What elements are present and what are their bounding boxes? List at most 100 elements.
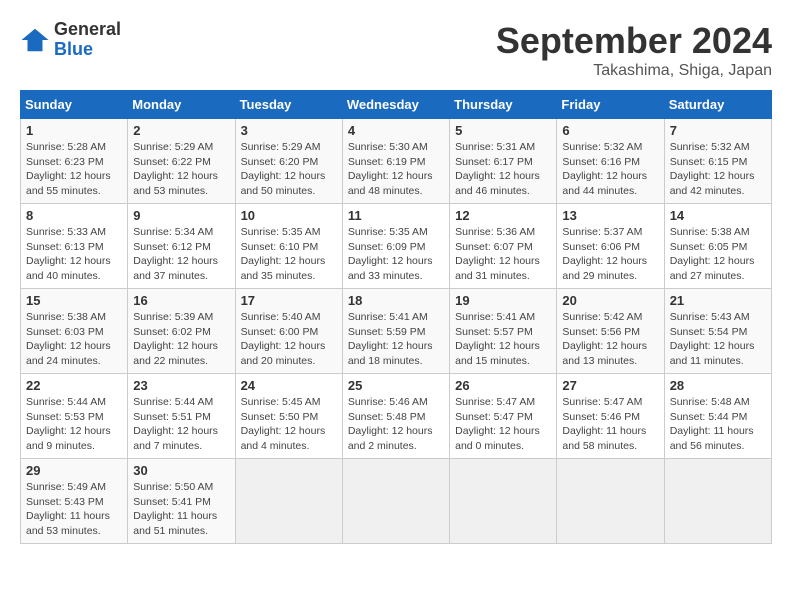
table-row: 13Sunrise: 5:37 AM Sunset: 6:06 PM Dayli…: [557, 204, 664, 289]
day-number: 9: [133, 208, 229, 223]
logo-icon: [20, 25, 50, 55]
col-friday: Friday: [557, 91, 664, 119]
col-thursday: Thursday: [450, 91, 557, 119]
calendar-week-row: 8Sunrise: 5:33 AM Sunset: 6:13 PM Daylig…: [21, 204, 772, 289]
table-row: 10 Sunrise: 5:35 AM Sunset: 6:10 PM Dayli…: [235, 204, 342, 289]
day-number: 22: [26, 378, 122, 393]
table-row: [342, 459, 449, 544]
day-number: 29: [26, 463, 122, 478]
table-row: 20 Sunrise: 5:42 AM Sunset: 5:56 PM Dayli…: [557, 289, 664, 374]
table-row: [557, 459, 664, 544]
table-row: 8Sunrise: 5:33 AM Sunset: 6:13 PM Daylig…: [21, 204, 128, 289]
col-wednesday: Wednesday: [342, 91, 449, 119]
day-detail: Sunrise: 5:31 AM Sunset: 6:17 PM Dayligh…: [455, 140, 551, 199]
day-detail: Sunrise: 5:41 AM Sunset: 5:59 PM Dayligh…: [348, 310, 444, 369]
day-number: 20: [562, 293, 658, 308]
table-row: 27Sunrise: 5:47 AM Sunset: 5:46 PM Dayli…: [557, 374, 664, 459]
day-number: 26: [455, 378, 551, 393]
page-header: General Blue September 2024 Takashima, S…: [20, 20, 772, 80]
logo-blue-text: Blue: [54, 40, 121, 60]
day-number: 12: [455, 208, 551, 223]
day-detail: Sunrise: 5:35 AM Sunset: 6:10 PM Dayligh…: [241, 225, 337, 284]
table-row: 2Sunrise: 5:29 AM Sunset: 6:22 PM Daylig…: [128, 119, 235, 204]
table-row: 1Sunrise: 5:28 AM Sunset: 6:23 PM Daylig…: [21, 119, 128, 204]
table-row: 14 Sunrise: 5:38 AM Sunset: 6:05 PM Dayli…: [664, 204, 771, 289]
table-row: 29 Sunrise: 5:49 AM Sunset: 5:43 PM Dayli…: [21, 459, 128, 544]
table-row: 28 Sunrise: 5:48 AM Sunset: 5:44 PM Dayli…: [664, 374, 771, 459]
day-number: 16: [133, 293, 229, 308]
day-detail: Sunrise: 5:29 AM Sunset: 6:20 PM Dayligh…: [241, 140, 337, 199]
day-detail: Sunrise: 5:48 AM Sunset: 5:44 PM Dayligh…: [670, 395, 766, 454]
day-detail: Sunrise: 5:44 AM Sunset: 5:53 PM Dayligh…: [26, 395, 122, 454]
col-tuesday: Tuesday: [235, 91, 342, 119]
day-detail: Sunrise: 5:49 AM Sunset: 5:43 PM Dayligh…: [26, 480, 122, 539]
day-detail: Sunrise: 5:28 AM Sunset: 6:23 PM Dayligh…: [26, 140, 122, 199]
table-row: 23 Sunrise: 5:44 AM Sunset: 5:51 PM Dayli…: [128, 374, 235, 459]
day-number: 28: [670, 378, 766, 393]
table-row: 24 Sunrise: 5:45 AM Sunset: 5:50 PM Dayli…: [235, 374, 342, 459]
day-detail: Sunrise: 5:47 AM Sunset: 5:47 PM Dayligh…: [455, 395, 551, 454]
day-number: 21: [670, 293, 766, 308]
month-title: September 2024: [496, 20, 772, 62]
table-row: 12 Sunrise: 5:36 AM Sunset: 6:07 PM Dayli…: [450, 204, 557, 289]
day-number: 4: [348, 123, 444, 138]
day-detail: Sunrise: 5:33 AM Sunset: 6:13 PM Dayligh…: [26, 225, 122, 284]
col-saturday: Saturday: [664, 91, 771, 119]
calendar-week-row: 29 Sunrise: 5:49 AM Sunset: 5:43 PM Dayli…: [21, 459, 772, 544]
calendar-header-row: Sunday Monday Tuesday Wednesday Thursday…: [21, 91, 772, 119]
day-detail: Sunrise: 5:42 AM Sunset: 5:56 PM Dayligh…: [562, 310, 658, 369]
day-detail: Sunrise: 5:43 AM Sunset: 5:54 PM Dayligh…: [670, 310, 766, 369]
day-number: 10: [241, 208, 337, 223]
day-number: 3: [241, 123, 337, 138]
day-number: 24: [241, 378, 337, 393]
day-detail: Sunrise: 5:47 AM Sunset: 5:46 PM Dayligh…: [562, 395, 658, 454]
table-row: 4 Sunrise: 5:30 AM Sunset: 6:19 PM Daylig…: [342, 119, 449, 204]
calendar-week-row: 22 Sunrise: 5:44 AM Sunset: 5:53 PM Dayli…: [21, 374, 772, 459]
table-row: 6Sunrise: 5:32 AM Sunset: 6:16 PM Daylig…: [557, 119, 664, 204]
day-number: 25: [348, 378, 444, 393]
table-row: 30 Sunrise: 5:50 AM Sunset: 5:41 PM Dayli…: [128, 459, 235, 544]
table-row: 21 Sunrise: 5:43 AM Sunset: 5:54 PM Dayli…: [664, 289, 771, 374]
day-number: 11: [348, 208, 444, 223]
table-row: 15Sunrise: 5:38 AM Sunset: 6:03 PM Dayli…: [21, 289, 128, 374]
day-number: 30: [133, 463, 229, 478]
table-row: 16 Sunrise: 5:39 AM Sunset: 6:02 PM Dayli…: [128, 289, 235, 374]
day-detail: Sunrise: 5:45 AM Sunset: 5:50 PM Dayligh…: [241, 395, 337, 454]
calendar-week-row: 15Sunrise: 5:38 AM Sunset: 6:03 PM Dayli…: [21, 289, 772, 374]
logo: General Blue: [20, 20, 121, 60]
table-row: 26 Sunrise: 5:47 AM Sunset: 5:47 PM Dayli…: [450, 374, 557, 459]
day-number: 18: [348, 293, 444, 308]
title-block: September 2024 Takashima, Shiga, Japan: [496, 20, 772, 80]
day-detail: Sunrise: 5:38 AM Sunset: 6:05 PM Dayligh…: [670, 225, 766, 284]
day-detail: Sunrise: 5:39 AM Sunset: 6:02 PM Dayligh…: [133, 310, 229, 369]
day-detail: Sunrise: 5:37 AM Sunset: 6:06 PM Dayligh…: [562, 225, 658, 284]
day-detail: Sunrise: 5:32 AM Sunset: 6:15 PM Dayligh…: [670, 140, 766, 199]
table-row: 7Sunrise: 5:32 AM Sunset: 6:15 PM Daylig…: [664, 119, 771, 204]
day-detail: Sunrise: 5:40 AM Sunset: 6:00 PM Dayligh…: [241, 310, 337, 369]
day-detail: Sunrise: 5:35 AM Sunset: 6:09 PM Dayligh…: [348, 225, 444, 284]
day-number: 23: [133, 378, 229, 393]
day-detail: Sunrise: 5:29 AM Sunset: 6:22 PM Dayligh…: [133, 140, 229, 199]
col-sunday: Sunday: [21, 91, 128, 119]
logo-general-text: General: [54, 20, 121, 40]
table-row: 3 Sunrise: 5:29 AM Sunset: 6:20 PM Daylig…: [235, 119, 342, 204]
day-detail: Sunrise: 5:34 AM Sunset: 6:12 PM Dayligh…: [133, 225, 229, 284]
location-text: Takashima, Shiga, Japan: [496, 62, 772, 80]
day-detail: Sunrise: 5:32 AM Sunset: 6:16 PM Dayligh…: [562, 140, 658, 199]
day-detail: Sunrise: 5:50 AM Sunset: 5:41 PM Dayligh…: [133, 480, 229, 539]
table-row: 25Sunrise: 5:46 AM Sunset: 5:48 PM Dayli…: [342, 374, 449, 459]
day-detail: Sunrise: 5:38 AM Sunset: 6:03 PM Dayligh…: [26, 310, 122, 369]
day-detail: Sunrise: 5:41 AM Sunset: 5:57 PM Dayligh…: [455, 310, 551, 369]
calendar-table: Sunday Monday Tuesday Wednesday Thursday…: [20, 90, 772, 544]
table-row: 11 Sunrise: 5:35 AM Sunset: 6:09 PM Dayli…: [342, 204, 449, 289]
table-row: 18 Sunrise: 5:41 AM Sunset: 5:59 PM Dayli…: [342, 289, 449, 374]
day-number: 14: [670, 208, 766, 223]
table-row: 17Sunrise: 5:40 AM Sunset: 6:00 PM Dayli…: [235, 289, 342, 374]
day-detail: Sunrise: 5:30 AM Sunset: 6:19 PM Dayligh…: [348, 140, 444, 199]
day-number: 19: [455, 293, 551, 308]
table-row: [450, 459, 557, 544]
logo-text: General Blue: [54, 20, 121, 60]
table-row: 22 Sunrise: 5:44 AM Sunset: 5:53 PM Dayli…: [21, 374, 128, 459]
day-detail: Sunrise: 5:36 AM Sunset: 6:07 PM Dayligh…: [455, 225, 551, 284]
day-detail: Sunrise: 5:44 AM Sunset: 5:51 PM Dayligh…: [133, 395, 229, 454]
